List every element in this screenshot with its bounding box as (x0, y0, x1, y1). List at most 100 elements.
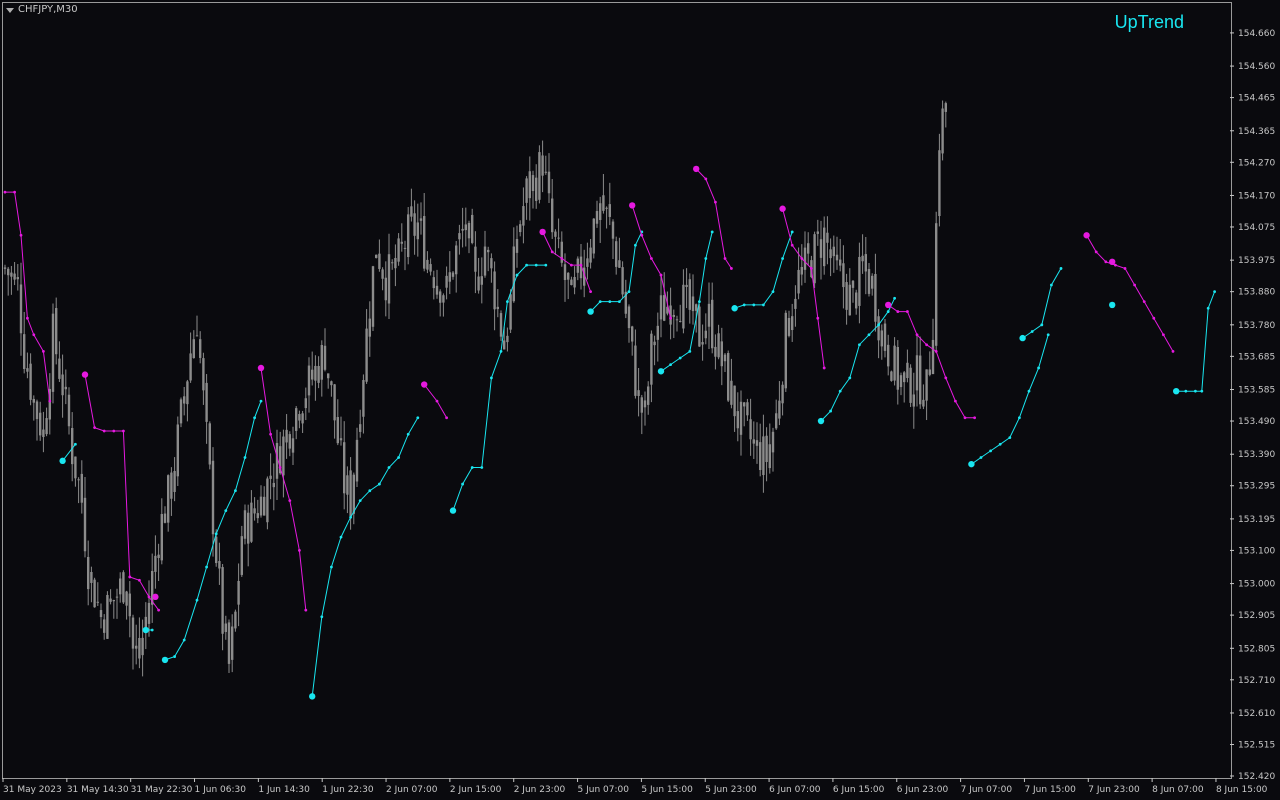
trend-dot (1200, 389, 1204, 393)
trend-dot (742, 303, 746, 307)
candle-body (746, 402, 749, 416)
trend-dot (534, 263, 538, 267)
candle-body (323, 345, 327, 370)
chart-background (0, 0, 1280, 800)
trend-start-marker (152, 593, 159, 601)
trend-dot (150, 628, 154, 632)
candle-body (663, 295, 666, 321)
trend-dot (93, 426, 96, 430)
candle-body (416, 222, 419, 240)
candle-body (173, 470, 176, 492)
candle-body (720, 341, 723, 367)
candle-body (112, 599, 115, 602)
price-tick-label: 153.000 (1238, 580, 1275, 590)
trend-label: UpTrend (1114, 12, 1184, 32)
trend-dot (42, 349, 45, 353)
candle-body (547, 171, 551, 194)
trend-dot (848, 376, 852, 380)
candle-body (589, 247, 592, 263)
candle-body (800, 267, 803, 275)
candle-body (32, 398, 35, 403)
time-tick-label: 7 Jun 15:00 (1024, 785, 1076, 795)
candle-body (10, 272, 13, 277)
candle-body (848, 284, 851, 316)
candle-body (403, 247, 407, 249)
candle-body (58, 358, 61, 379)
price-tick-label: 154.660 (1238, 29, 1275, 39)
trend-start-marker (731, 305, 738, 312)
time-tick-label: 7 Jun 23:00 (1088, 785, 1140, 795)
price-tick-label: 152.420 (1238, 772, 1275, 782)
candle-body (352, 474, 355, 514)
candle-body (615, 241, 618, 267)
candle-body (224, 623, 227, 632)
candle-body (125, 591, 128, 606)
candle-body (733, 385, 736, 417)
candle-body (384, 277, 387, 301)
trend-dot (406, 432, 410, 436)
candle-body (250, 502, 253, 542)
trend-start-marker (1109, 258, 1116, 266)
trend-dot (1050, 283, 1053, 287)
candle-body (378, 253, 381, 269)
price-tick-label: 153.780 (1238, 321, 1275, 331)
candle-body (135, 645, 138, 649)
candle-body (199, 339, 202, 358)
candle-body (170, 472, 173, 499)
candle-body (471, 214, 474, 243)
trend-dot (858, 343, 861, 347)
candle-body (675, 319, 679, 321)
trend-dot (320, 615, 324, 619)
candle-body (528, 171, 531, 199)
candle-body (803, 247, 807, 270)
candle-body (35, 401, 39, 420)
trend-dot (416, 416, 420, 420)
candle-body (259, 496, 263, 516)
candle-body (397, 238, 400, 262)
price-tick-label: 154.365 (1238, 127, 1275, 137)
candle-body (611, 221, 615, 239)
candle-body (915, 355, 919, 391)
candle-body (154, 555, 157, 572)
candle-body (106, 594, 109, 639)
candle-body (883, 323, 887, 351)
trend-dot (589, 290, 592, 294)
symbol-dropdown-icon[interactable] (6, 8, 14, 13)
trend-dot (128, 575, 132, 579)
candle-body (765, 435, 768, 463)
price-tick-label: 154.560 (1238, 62, 1275, 72)
trend-dot (32, 333, 36, 337)
candle-body (474, 246, 477, 272)
trend-dot (944, 376, 948, 380)
candle-body (298, 414, 301, 421)
candle-body (909, 367, 912, 403)
trend-dot (640, 233, 644, 237)
candle-body (355, 439, 359, 482)
candle-body (656, 325, 659, 340)
candle-body (55, 308, 58, 355)
candle-body (538, 152, 541, 200)
candle-body (605, 207, 608, 209)
trend-dot (822, 366, 826, 370)
candle-body (682, 284, 685, 329)
candle-body (160, 514, 163, 561)
trend-dot (173, 655, 177, 658)
candle-body (557, 237, 560, 239)
candle-body (301, 413, 304, 424)
candle-body (247, 512, 250, 544)
candle-body (119, 578, 122, 595)
trend-dot (1194, 389, 1197, 393)
candle-body (333, 384, 336, 421)
trend-dot (925, 343, 928, 347)
candle-body (730, 380, 733, 405)
candle-body (202, 358, 205, 391)
candle-body (387, 254, 391, 304)
trend-dot (723, 257, 727, 260)
candle-body (432, 277, 435, 289)
candle-body (442, 295, 445, 303)
trend-dot (195, 598, 199, 602)
candle-body (861, 255, 864, 262)
trend-dot (973, 416, 976, 420)
chart-canvas[interactable]: 154.660 154.560 154.465 154.365 154.270 154.1… (0, 0, 1280, 800)
price-tick-label: 153.975 (1238, 256, 1275, 266)
